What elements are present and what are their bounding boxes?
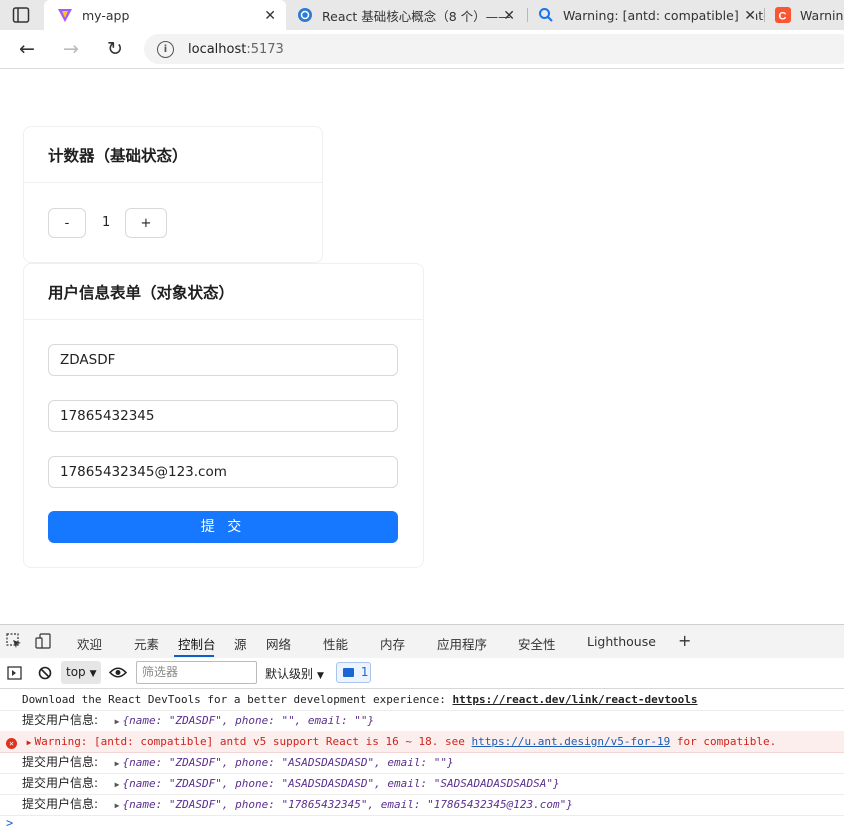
- devtools-tab-bar: 欢迎 元素 控制台 源 网络 性能 内存 应用程序 安全性 Lighthouse…: [0, 624, 844, 659]
- close-icon[interactable]: ✕: [740, 8, 756, 24]
- counter-card: 计数器（基础状态） - 1 +: [23, 126, 323, 263]
- devtools-tab-sources[interactable]: 源: [234, 634, 247, 653]
- counter-value: 1: [102, 215, 111, 230]
- issues-badge[interactable]: 1: [336, 662, 371, 683]
- url-host: localhost: [188, 41, 247, 57]
- close-icon[interactable]: ✕: [264, 8, 276, 24]
- devtools-tab-lighthouse[interactable]: Lighthouse: [587, 634, 656, 649]
- name-input[interactable]: ZDASDF: [48, 344, 398, 376]
- info-icon[interactable]: i: [157, 40, 174, 58]
- log-label: 提交用户信息:: [22, 776, 99, 790]
- site-icon: [298, 8, 312, 22]
- filter-placeholder: 筛选器: [142, 665, 179, 679]
- tab-react-concepts[interactable]: React 基础核心概念（8 个）—— ✕: [287, 0, 527, 30]
- expand-triangle-icon[interactable]: ▶: [115, 780, 120, 789]
- log-object[interactable]: {name: "ZDASDF", phone: "", email: ""}: [123, 714, 375, 727]
- log-label: 提交用户信息:: [22, 797, 99, 811]
- tab-title: React 基础核心概念（8 个）——: [322, 8, 511, 24]
- console-log-row: 提交用户信息: ▶ {name: "ZDASDF", phone: "178654…: [0, 794, 844, 816]
- console-prompt[interactable]: >: [6, 816, 13, 830]
- device-toolbar-icon[interactable]: [35, 633, 51, 649]
- user-form-title: 用户信息表单（对象状态）: [24, 264, 423, 320]
- issues-count: 1: [360, 665, 369, 679]
- devtools-tab-elements[interactable]: 元素: [134, 634, 159, 653]
- inspect-element-icon[interactable]: [6, 633, 22, 649]
- url-field[interactable]: i localhost:5173: [144, 34, 844, 64]
- warning-tail: for compatible.: [670, 735, 777, 748]
- devtools-tab-application[interactable]: 应用程序: [437, 634, 487, 653]
- log-object[interactable]: {name: "ZDASDF", phone: "ASADSDASDASD", …: [123, 777, 560, 790]
- devtools-tab-memory[interactable]: 内存: [380, 634, 405, 653]
- submit-button[interactable]: 提 交: [48, 511, 398, 543]
- search-icon: [539, 8, 553, 22]
- svg-text:C: C: [779, 11, 787, 23]
- react-devtools-link[interactable]: https://react.dev/link/react-devtools: [452, 693, 697, 706]
- tab-title: my-app: [82, 7, 130, 23]
- url-text: localhost:5173: [188, 42, 284, 57]
- log-label: 提交用户信息:: [22, 713, 99, 727]
- warning-text: Warning: [antd: compatible] antd v5 supp…: [34, 735, 472, 748]
- tab-actions-icon[interactable]: [12, 6, 30, 24]
- console-message: Download the React DevTools for a better…: [0, 689, 844, 711]
- expand-triangle-icon[interactable]: ▶: [27, 738, 32, 747]
- console-output: Download the React DevTools for a better…: [0, 689, 844, 833]
- console-log-row: 提交用户信息: ▶ {name: "ZDASDF", phone: "ASADSD…: [0, 773, 844, 795]
- tab-warning-search[interactable]: Warning: [antd: compatible] antd ✕: [528, 0, 764, 30]
- active-tab-indicator: [174, 655, 214, 657]
- forward-arrow-icon[interactable]: →: [60, 38, 82, 60]
- dropdown-arrow-icon: ▼: [317, 671, 324, 681]
- filter-input[interactable]: 筛选器: [136, 661, 257, 684]
- browser-tab-strip: my-app ✕ React 基础核心概念（8 个）—— ✕ Warning: …: [0, 0, 844, 30]
- log-object[interactable]: {name: "ZDASDF", phone: "ASADSDASDASD", …: [123, 756, 454, 769]
- add-tab-button[interactable]: +: [678, 631, 691, 650]
- tab-my-app[interactable]: my-app ✕: [44, 0, 286, 30]
- expand-triangle-icon[interactable]: ▶: [115, 801, 120, 810]
- devtools-tab-welcome[interactable]: 欢迎: [77, 634, 102, 653]
- console-message-text: Download the React DevTools for a better…: [22, 693, 453, 706]
- log-label: 提交用户信息:: [22, 755, 99, 769]
- devtools-tab-network[interactable]: 网络: [266, 634, 291, 653]
- log-object[interactable]: {name: "ZDASDF", phone: "17865432345", e…: [123, 798, 573, 811]
- clear-console-icon[interactable]: [38, 666, 52, 680]
- close-icon[interactable]: ✕: [503, 8, 515, 24]
- eye-icon[interactable]: [109, 666, 127, 679]
- address-bar: ← → ↻ i localhost:5173: [0, 30, 844, 69]
- tab-title: Warning: [800, 7, 844, 23]
- prompt-chevron-icon: >: [6, 816, 14, 830]
- csdn-icon: C: [775, 7, 791, 23]
- console-log-row: 提交用户信息: ▶ {name: "ZDASDF", phone: "ASADSD…: [0, 752, 844, 774]
- antd-compat-link[interactable]: https://u.ant.design/v5-for-19: [472, 735, 671, 748]
- message-icon: [343, 668, 354, 677]
- reload-icon[interactable]: ↻: [104, 38, 126, 60]
- tab-warning-csdn[interactable]: C Warning: [765, 0, 844, 30]
- log-level-value: 默认级别: [265, 667, 314, 681]
- log-level-selector[interactable]: 默认级别 ▼: [265, 665, 324, 682]
- console-log-row: 提交用户信息: ▶ {name: "ZDASDF", phone: "", ema…: [0, 710, 844, 732]
- devtools-tab-security[interactable]: 安全性: [518, 634, 556, 653]
- error-icon: ✕: [6, 738, 17, 749]
- increment-button[interactable]: +: [125, 208, 167, 238]
- email-input[interactable]: 17865432345@123.com: [48, 456, 398, 488]
- back-arrow-icon[interactable]: ←: [16, 38, 38, 60]
- dropdown-arrow-icon: ▼: [89, 669, 97, 679]
- expand-triangle-icon[interactable]: ▶: [115, 759, 120, 768]
- context-selector[interactable]: top ▼: [61, 661, 101, 684]
- sidebar-toggle-icon[interactable]: [7, 666, 22, 680]
- devtools-tab-console[interactable]: 控制台: [178, 634, 216, 653]
- console-warning-row: ✕ ▶ Warning: [antd: compatible] antd v5 s…: [0, 731, 844, 753]
- user-form-card: 用户信息表单（对象状态） ZDASDF 17865432345 17865432…: [23, 263, 424, 568]
- context-value: top: [66, 665, 86, 679]
- console-toolbar: top ▼ 筛选器 默认级别 ▼ 1: [0, 658, 844, 689]
- expand-triangle-icon[interactable]: ▶: [115, 717, 120, 726]
- counter-card-title: 计数器（基础状态）: [24, 127, 322, 183]
- url-port: :5173: [246, 41, 284, 57]
- phone-input[interactable]: 17865432345: [48, 400, 398, 432]
- tab-title: Warning: [antd: compatible] antd: [563, 7, 764, 23]
- vite-icon: [58, 9, 72, 22]
- devtools-tab-performance[interactable]: 性能: [323, 634, 348, 653]
- decrement-button[interactable]: -: [48, 208, 86, 238]
